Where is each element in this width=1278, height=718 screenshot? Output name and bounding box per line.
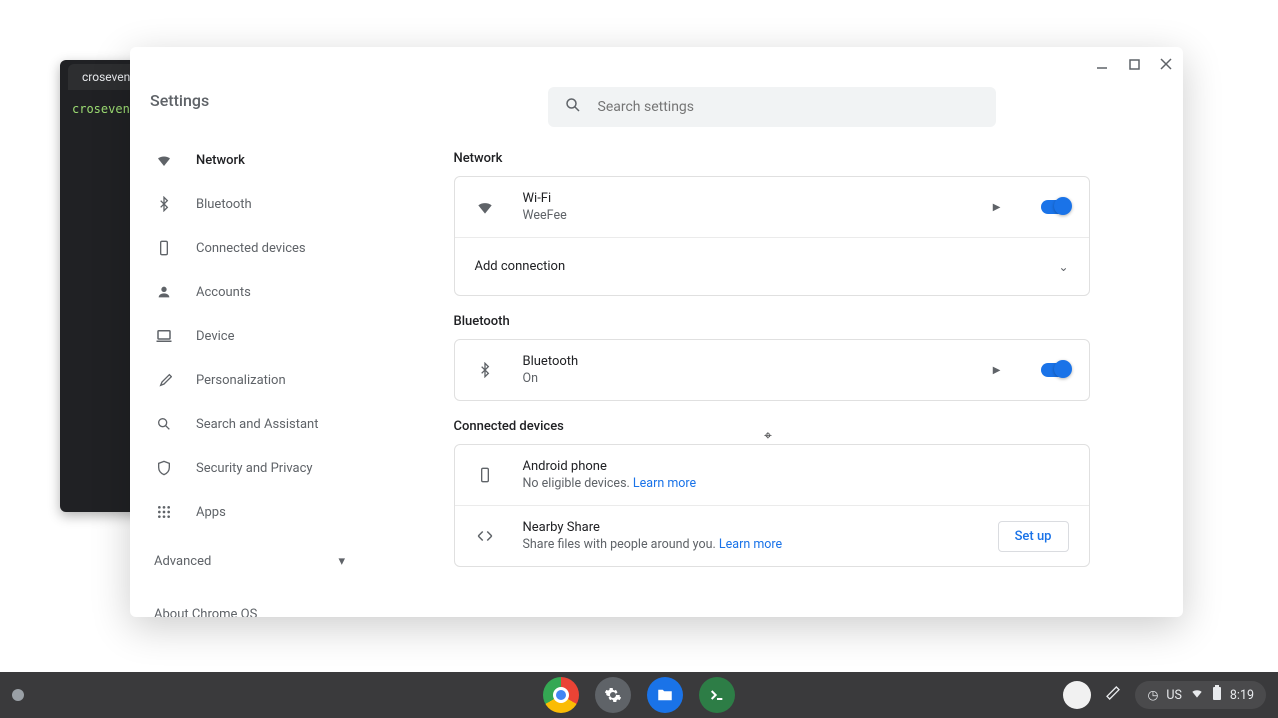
android-learn-more[interactable]: Learn more <box>633 476 696 491</box>
sidebar-item-security[interactable]: Security and Privacy <box>150 446 349 490</box>
sidebar-about[interactable]: About Chrome OS <box>150 597 349 617</box>
nearby-share-row: Nearby Share Share files with people aro… <box>455 505 1089 566</box>
chevron-right-icon: ▶ <box>993 365 1001 376</box>
settings-main: Network Wi-Fi WeeFee ▶ <box>360 47 1183 617</box>
section-title-network: Network <box>454 151 1090 166</box>
terminal-app-icon[interactable] <box>699 677 735 713</box>
sidebar-item-search-assistant[interactable]: Search and Assistant <box>150 402 349 446</box>
android-sub: No eligible devices. <box>523 476 630 491</box>
wifi-title: Wi-Fi <box>523 191 993 206</box>
sidebar-item-label: Search and Assistant <box>196 417 319 432</box>
chevron-right-icon: ▶ <box>993 202 1001 213</box>
shelf: ◷ US 8:19 <box>0 672 1278 718</box>
sidebar-item-label: Device <box>196 329 235 344</box>
sidebar-item-connected-devices[interactable]: Connected devices <box>150 226 349 270</box>
battery-icon <box>1212 685 1222 705</box>
launcher-button[interactable] <box>12 689 24 701</box>
android-title: Android phone <box>523 459 1069 474</box>
phone-icon <box>475 465 495 485</box>
sidebar-item-apps[interactable]: Apps <box>150 490 349 534</box>
chevron-down-icon: ⌄ <box>1058 260 1068 274</box>
sidebar-item-device[interactable]: Device <box>150 314 349 358</box>
status-area[interactable]: ◷ US 8:19 <box>1135 681 1266 709</box>
files-app-icon[interactable] <box>647 677 683 713</box>
chevron-down-icon: ▾ <box>338 554 345 569</box>
sidebar-item-network[interactable]: Network <box>150 138 349 182</box>
nearby-share-icon <box>475 526 495 546</box>
bluetooth-icon <box>154 194 174 214</box>
ime-label: US <box>1166 688 1182 703</box>
avatar[interactable] <box>1063 681 1091 709</box>
sidebar-item-accounts[interactable]: Accounts <box>150 270 349 314</box>
search-input[interactable] <box>598 99 980 115</box>
bluetooth-row[interactable]: Bluetooth On ▶ <box>455 340 1089 400</box>
person-icon <box>154 282 174 302</box>
brush-icon <box>154 370 174 390</box>
page-title: Settings <box>150 91 349 110</box>
wifi-icon <box>475 197 495 217</box>
wifi-ssid: WeeFee <box>523 208 993 223</box>
network-card: Wi-Fi WeeFee ▶ Add connection ⌄ <box>454 176 1090 296</box>
sidebar-item-label: Connected devices <box>196 241 306 256</box>
close-button[interactable] <box>1157 55 1175 73</box>
maximize-button[interactable] <box>1125 55 1143 73</box>
nearby-title: Nearby Share <box>523 520 998 535</box>
sidebar-advanced[interactable]: Advanced ▾ <box>150 544 349 579</box>
wifi-toggle[interactable] <box>1041 200 1069 214</box>
connected-card: Android phone No eligible devices. Learn… <box>454 444 1090 567</box>
sidebar-item-personalization[interactable]: Personalization <box>150 358 349 402</box>
bluetooth-title: Bluetooth <box>523 354 993 369</box>
minimize-button[interactable] <box>1093 55 1111 73</box>
bluetooth-icon <box>475 360 495 380</box>
chrome-app-icon[interactable] <box>543 677 579 713</box>
sidebar-item-bluetooth[interactable]: Bluetooth <box>150 182 349 226</box>
add-connection-row[interactable]: Add connection ⌄ <box>455 237 1089 295</box>
phone-icon <box>154 238 174 258</box>
sidebar-item-label: Personalization <box>196 373 286 388</box>
advanced-label: Advanced <box>154 554 211 569</box>
laptop-icon <box>154 326 174 346</box>
search-icon <box>154 414 174 434</box>
notification-icon: ◷ <box>1147 687 1158 703</box>
bluetooth-toggle[interactable] <box>1041 363 1069 377</box>
sidebar-item-label: Bluetooth <box>196 197 252 212</box>
settings-app-icon[interactable] <box>595 677 631 713</box>
stylus-icon[interactable] <box>1105 685 1121 705</box>
wifi-icon <box>154 150 174 170</box>
nearby-sub: Share files with people around you. <box>523 537 716 552</box>
wifi-status-icon <box>1190 686 1204 704</box>
nearby-setup-button[interactable]: Set up <box>998 521 1069 552</box>
apps-icon <box>154 502 174 522</box>
android-phone-row[interactable]: Android phone No eligible devices. Learn… <box>455 445 1089 505</box>
sidebar: Settings Network Bluetooth Connected dev… <box>130 47 360 617</box>
add-connection-label: Add connection <box>475 259 1059 274</box>
sidebar-item-label: Network <box>196 153 245 168</box>
wifi-row[interactable]: Wi-Fi WeeFee ▶ <box>455 177 1089 237</box>
sidebar-item-label: Accounts <box>196 285 251 300</box>
bluetooth-status: On <box>523 371 993 386</box>
section-title-bluetooth: Bluetooth <box>454 314 1090 329</box>
settings-window: Settings Network Bluetooth Connected dev… <box>130 47 1183 617</box>
window-controls <box>1093 55 1175 73</box>
shield-icon <box>154 458 174 478</box>
bluetooth-card: Bluetooth On ▶ <box>454 339 1090 401</box>
search-icon <box>564 96 582 118</box>
search-bar[interactable] <box>548 87 996 127</box>
sidebar-item-label: Apps <box>196 505 226 520</box>
section-title-connected: Connected devices <box>454 419 1090 434</box>
nearby-learn-more[interactable]: Learn more <box>719 537 782 552</box>
sidebar-item-label: Security and Privacy <box>196 461 313 476</box>
clock: 8:19 <box>1230 688 1254 703</box>
